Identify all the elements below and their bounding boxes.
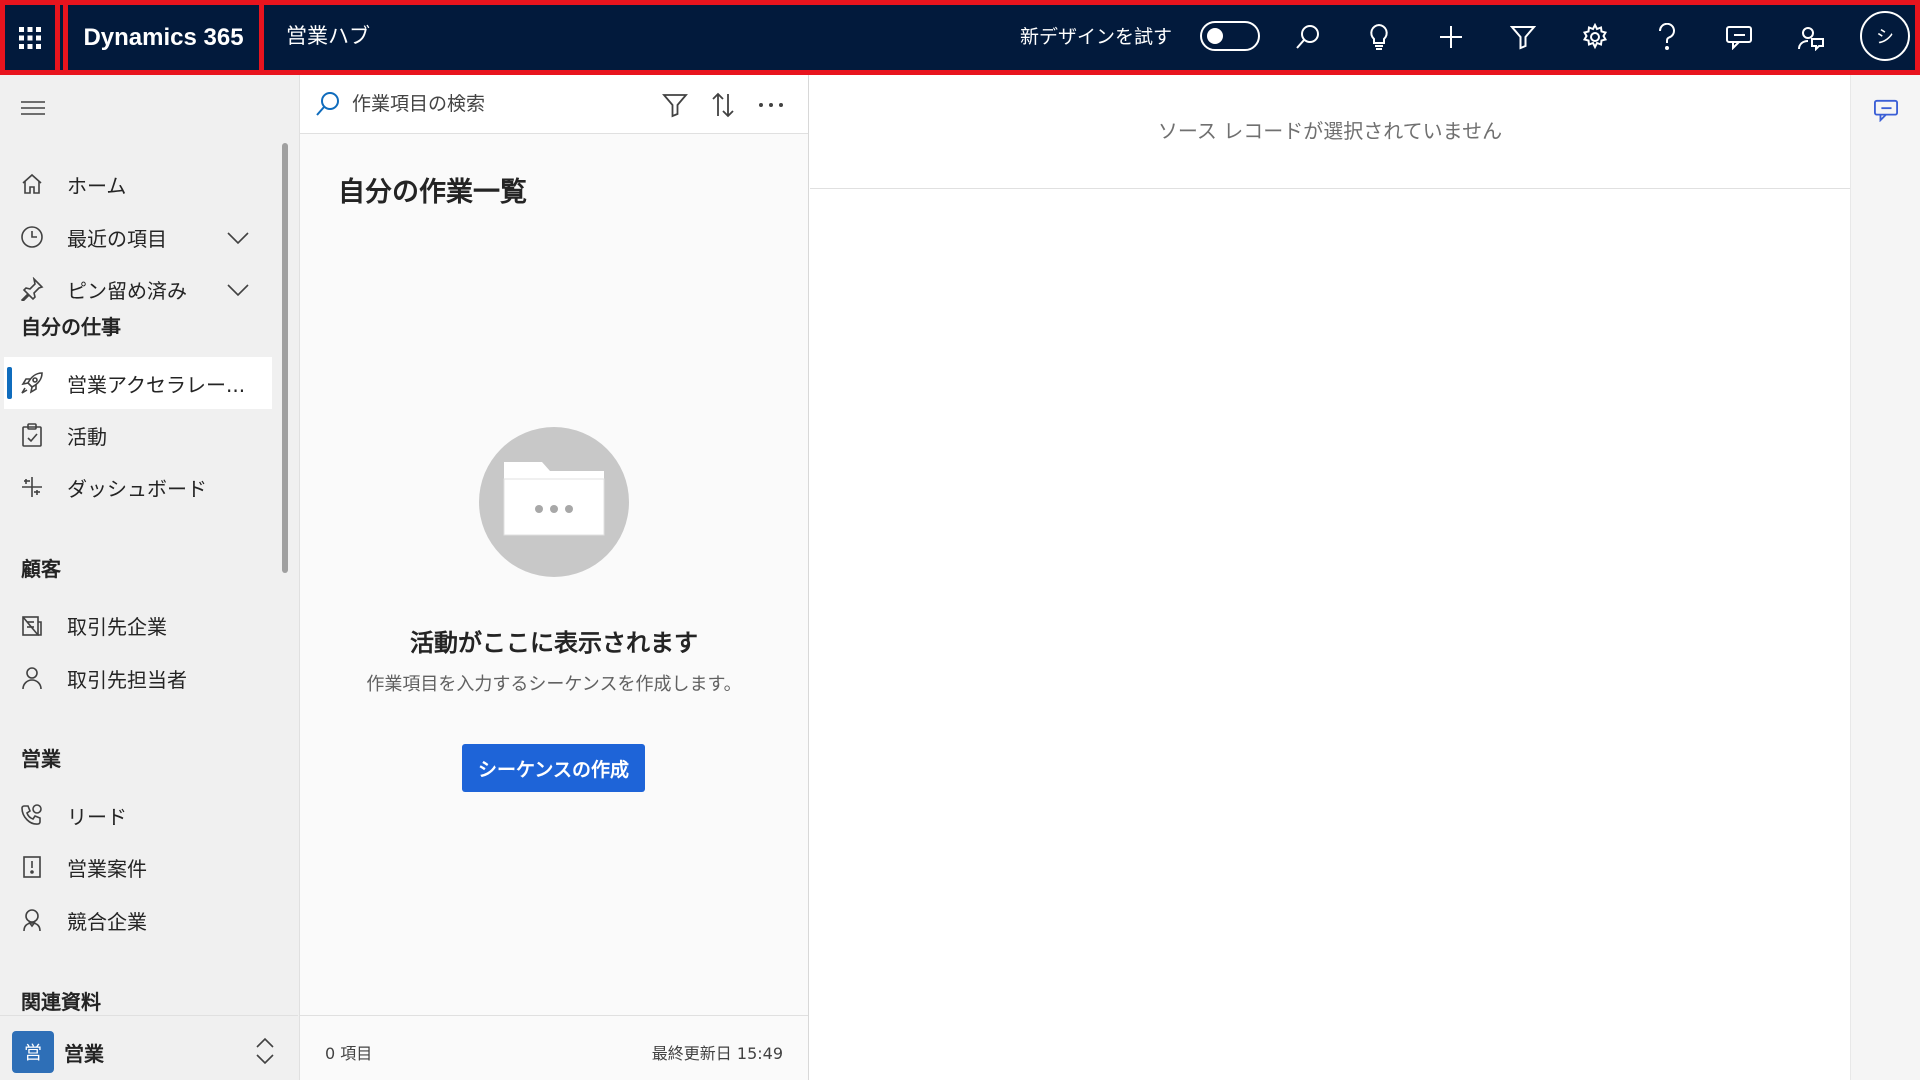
competitor-icon <box>20 908 44 932</box>
chevron-down-icon[interactable] <box>226 227 250 247</box>
section-heading-sales: 営業 <box>21 747 61 771</box>
section-heading-customers: 顧客 <box>21 557 61 581</box>
chat-icon <box>1874 99 1898 122</box>
last-updated: 最終更新日 15:49 <box>651 1044 783 1063</box>
chevron-up-down-icon <box>256 1037 274 1065</box>
work-list-toolbar <box>300 75 808 134</box>
sidebar-item-recent[interactable]: 最近の項目 <box>4 211 272 263</box>
area-badge: 営 <box>12 1031 54 1073</box>
rocket-icon <box>20 371 44 395</box>
sidebar-item-sales-accelerator[interactable]: 営業アクセラレー... <box>4 357 272 409</box>
sidebar-item-label: 取引先企業 <box>67 614 167 639</box>
sidebar-item-dashboard[interactable]: ダッシュボード <box>4 461 272 513</box>
sidebar-item-contacts[interactable]: 取引先担当者 <box>4 652 272 704</box>
highlight-frame-brand <box>63 0 264 75</box>
pin-icon <box>20 277 44 301</box>
sidebar-scrollbar[interactable] <box>282 143 288 573</box>
filter-icon <box>662 94 688 118</box>
clipboard-icon <box>20 423 44 447</box>
empty-state-title: 活動がここに表示されます <box>410 629 698 657</box>
phone-icon <box>20 803 44 827</box>
sort-icon <box>712 92 734 118</box>
work-list-panel: 自分の作業一覧 活動がここに表示されます 作業項目を入力するシーケンスを作成しま… <box>300 75 809 1080</box>
sidebar-item-label: 最近の項目 <box>67 226 167 251</box>
work-list-footer: 0 項目 最終更新日 15:49 <box>300 1015 808 1080</box>
section-heading-collateral: 関連資料 <box>21 990 101 1014</box>
dashboard-icon <box>20 475 44 499</box>
sidebar-item-label: ホーム <box>67 173 127 198</box>
person-icon <box>20 666 44 690</box>
highlight-frame-topbar <box>0 0 1920 75</box>
more-icon <box>759 103 783 107</box>
empty-folder-icon <box>479 427 629 577</box>
clock-icon <box>20 225 44 249</box>
search-icon <box>316 92 339 116</box>
create-sequence-button[interactable]: シーケンスの作成 <box>462 744 645 792</box>
sidebar-item-label: 営業案件 <box>67 856 147 881</box>
work-item-search-input[interactable] <box>352 89 632 119</box>
work-list-title: 自分の作業一覧 <box>338 177 527 208</box>
highlight-frame-app-launcher <box>0 0 60 75</box>
sidebar-item-label: 営業アクセラレー... <box>67 372 246 397</box>
sidebar-item-label: 競合企業 <box>67 909 147 934</box>
sitemap-sidebar: ホーム 最近の項目 ピン留め済み 自分の仕事 営業アクセラレー... 活動 ダッ… <box>0 75 300 1080</box>
home-icon <box>20 172 44 196</box>
no-record-message: ソース レコードが選択されていません <box>1157 119 1503 143</box>
side-pane-chat-button[interactable] <box>1871 95 1901 125</box>
area-label: 営業 <box>64 1042 104 1066</box>
empty-state-subtitle: 作業項目を入力するシーケンスを作成します。 <box>366 674 742 695</box>
sidebar-item-label: 取引先担当者 <box>67 667 187 692</box>
sidebar-item-label: ピン留め済み <box>67 278 187 303</box>
sidebar-item-accounts[interactable]: 取引先企業 <box>4 599 272 651</box>
side-pane-rail <box>1850 75 1920 1080</box>
sidebar-item-pinned[interactable]: ピン留め済み <box>4 263 272 315</box>
area-switcher[interactable]: 営 営業 <box>0 1015 298 1080</box>
record-header: ソース レコードが選択されていません <box>810 75 1850 189</box>
sidebar-item-opportunities[interactable]: 営業案件 <box>4 841 272 893</box>
section-heading-my-work: 自分の仕事 <box>21 315 121 339</box>
chevron-down-icon[interactable] <box>226 279 250 299</box>
sidebar-item-label: 活動 <box>67 424 107 449</box>
opportunity-icon <box>20 855 44 879</box>
record-detail-pane: ソース レコードが選択されていません <box>810 75 1850 1080</box>
sidebar-item-activities[interactable]: 活動 <box>4 409 272 461</box>
more-options-button[interactable] <box>753 87 789 123</box>
sidebar-item-home[interactable]: ホーム <box>4 158 272 210</box>
sort-button[interactable] <box>705 87 741 123</box>
filter-button[interactable] <box>657 87 693 123</box>
collapse-sidebar-button[interactable] <box>18 93 48 123</box>
sidebar-item-competitors[interactable]: 競合企業 <box>4 894 272 946</box>
item-count: 0 項目 <box>325 1044 373 1063</box>
sidebar-item-label: ダッシュボード <box>67 476 207 501</box>
hamburger-icon <box>21 101 45 115</box>
sidebar-item-label: リード <box>67 804 127 829</box>
building-icon <box>20 613 44 637</box>
sidebar-item-leads[interactable]: リード <box>4 789 272 841</box>
